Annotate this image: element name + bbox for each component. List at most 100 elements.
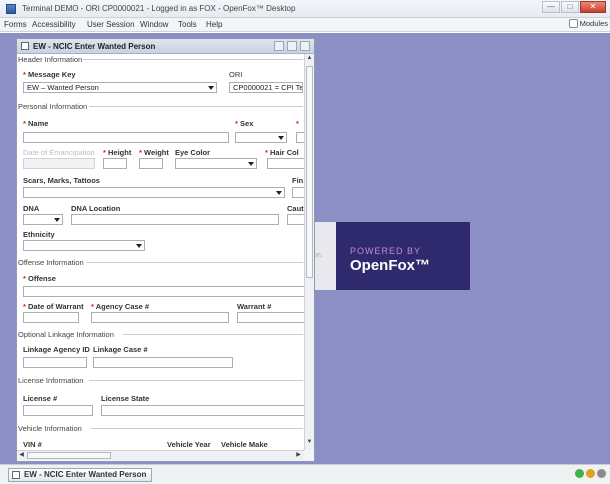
close-button[interactable]: ✕ [580, 1, 606, 13]
form-maximize-icon[interactable] [287, 41, 297, 51]
minimize-button[interactable]: — [542, 1, 560, 13]
section-vehicle-information: Vehicle Information [18, 424, 82, 433]
menu-help[interactable]: Help [206, 20, 222, 29]
offense-label: * Offense [23, 274, 56, 283]
chevron-down-icon [248, 162, 254, 166]
chevron-down-icon [54, 218, 60, 222]
weight-label: * Weight [139, 148, 169, 157]
warrant-number-label: Warrant # [237, 302, 272, 311]
fin-field[interactable] [292, 187, 304, 198]
powered-by-text: POWERED BY [350, 246, 422, 256]
caution-field[interactable] [287, 214, 304, 225]
modules-icon [568, 19, 578, 28]
menu-user-session[interactable]: User Session [87, 20, 135, 29]
scroll-up-icon[interactable]: ▲ [306, 55, 313, 64]
message-key-label: * Message Key [23, 70, 76, 79]
offense-field[interactable] [23, 286, 304, 297]
required-marker: * [296, 119, 299, 128]
status-ok-icon[interactable] [575, 469, 584, 478]
ethnicity-select[interactable] [23, 240, 145, 251]
modules-button[interactable]: Modules [568, 19, 608, 28]
menu-tools[interactable]: Tools [178, 20, 197, 29]
caution-label: Caut [287, 204, 304, 213]
smt-label: Scars, Marks, Tattoos [23, 176, 100, 185]
vertical-scroll-thumb[interactable] [306, 66, 313, 278]
taskbar-item-ew-form[interactable]: EW - NCIC Enter Wanted Person [8, 468, 152, 482]
fin-label: Fin [292, 176, 304, 185]
partial-field[interactable] [296, 132, 304, 143]
scroll-left-icon[interactable]: ◀ [17, 451, 26, 460]
dna-select[interactable] [23, 214, 63, 225]
dna-location-field[interactable] [71, 214, 279, 225]
menubar: Forms Accessibility User Session Window … [0, 18, 610, 32]
scroll-down-icon[interactable]: ▼ [306, 439, 313, 448]
status-warning-icon[interactable] [586, 469, 595, 478]
section-header-information: Header Information [18, 55, 83, 64]
sex-select[interactable] [235, 132, 287, 143]
section-license-information: License Information [18, 376, 84, 385]
section-offense-information: Offense Information [18, 258, 84, 267]
message-key-select[interactable]: EW – Wanted Person [23, 82, 217, 93]
dna-label: DNA [23, 204, 40, 213]
section-divider [83, 59, 303, 60]
date-of-emancipation-label: Date of Emancipation [23, 148, 95, 157]
section-divider [87, 262, 303, 263]
date-of-warrant-field[interactable] [23, 312, 79, 323]
menu-forms[interactable]: Forms [4, 20, 27, 29]
scroll-right-icon[interactable]: ▶ [294, 451, 303, 460]
dna-location-label: DNA Location [71, 204, 121, 213]
section-divider [91, 428, 303, 429]
ori-field[interactable]: CP0000021 = CPI Te [229, 82, 303, 93]
name-field[interactable] [23, 132, 229, 143]
name-label: * Name [23, 119, 49, 128]
license-number-field[interactable] [23, 405, 93, 416]
agency-case-field[interactable] [91, 312, 229, 323]
settings-icon[interactable] [597, 469, 606, 478]
ori-label: ORI [229, 70, 243, 79]
horizontal-scrollbar[interactable]: ◀ ▶ [17, 450, 304, 460]
ethnicity-label: Ethnicity [23, 230, 55, 239]
license-state-label: License State [101, 394, 150, 403]
date-of-warrant-label: * Date of Warrant [23, 302, 84, 311]
form-icon [21, 42, 29, 50]
menu-window[interactable]: Window [140, 20, 168, 29]
eye-color-label: Eye Color [175, 148, 211, 157]
form-window: EW - NCIC Enter Wanted Person Header Inf… [16, 38, 315, 462]
height-field[interactable] [103, 158, 127, 169]
section-divider [89, 380, 303, 381]
chevron-down-icon [208, 86, 214, 90]
openfox-logo: OpenFox™ [350, 257, 431, 274]
linkage-case-label: Linkage Case # [93, 345, 148, 354]
weight-field[interactable] [139, 158, 163, 169]
menu-accessibility[interactable]: Accessibility [32, 20, 76, 29]
window-controls: — □ ✕ [542, 1, 606, 13]
taskbar: EW - NCIC Enter Wanted Person [0, 464, 610, 484]
form-window-titlebar[interactable]: EW - NCIC Enter Wanted Person [17, 39, 314, 54]
license-state-field[interactable] [101, 405, 304, 416]
modules-label: Modules [579, 19, 608, 28]
app-titlebar: Terminal DEMO - ORI CP0000021 - Logged i… [0, 0, 610, 18]
form-close-icon[interactable] [300, 41, 310, 51]
form-icon [12, 471, 20, 479]
chevron-down-icon [136, 244, 142, 248]
section-divider [123, 334, 303, 335]
form-window-title: EW - NCIC Enter Wanted Person [33, 42, 156, 51]
warrant-number-field[interactable] [237, 312, 304, 323]
app-title: Terminal DEMO - ORI CP0000021 - Logged i… [22, 4, 296, 13]
chevron-down-icon [276, 191, 282, 195]
hair-color-field[interactable] [267, 158, 304, 169]
agency-case-label: * Agency Case # [91, 302, 150, 311]
maximize-button[interactable]: □ [561, 1, 579, 13]
horizontal-scroll-thumb[interactable] [27, 452, 111, 459]
app-icon [6, 4, 16, 14]
smt-select[interactable] [23, 187, 285, 198]
linkage-case-field[interactable] [93, 357, 233, 368]
date-of-emancipation-field [23, 158, 95, 169]
eye-color-select[interactable] [175, 158, 257, 169]
section-divider [89, 106, 303, 107]
section-linkage-information: Optional Linkage Information [18, 330, 114, 339]
vertical-scrollbar[interactable]: ▲ ▼ [304, 54, 314, 450]
form-minimize-icon[interactable] [274, 41, 284, 51]
linkage-agency-id-field[interactable] [23, 357, 87, 368]
openfox-splash: POWERED BY OpenFox™ [336, 222, 470, 290]
